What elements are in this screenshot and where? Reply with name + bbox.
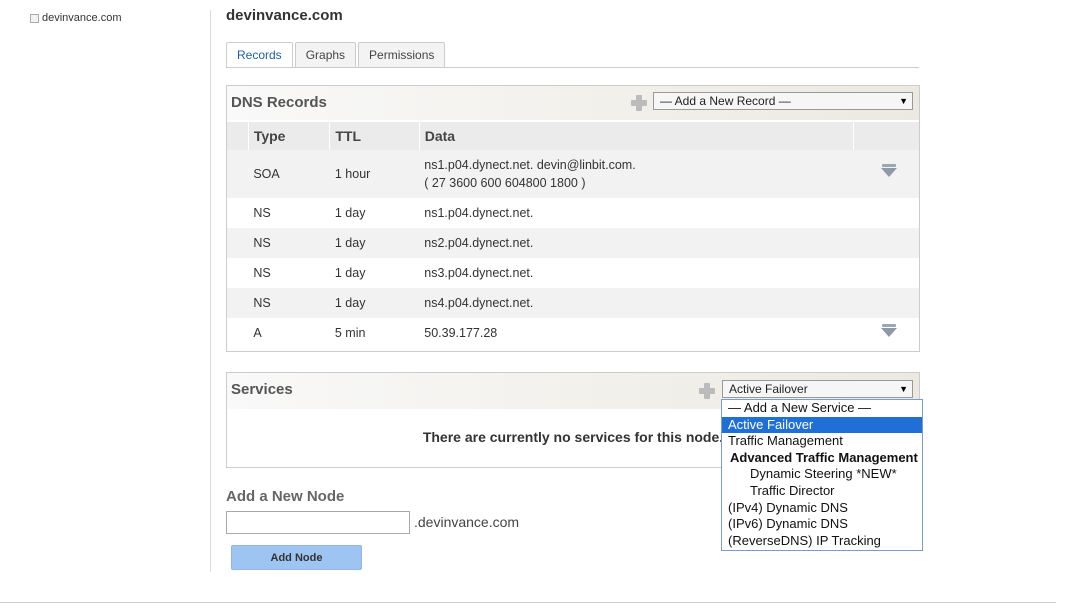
add-node-button[interactable]: Add Node (231, 545, 362, 570)
column-header-select (227, 122, 249, 150)
record-data-line: ns1.p04.dynect.net. devin@linbit.com. (424, 158, 636, 172)
row-select-cell (227, 228, 249, 258)
service-option-selected[interactable]: Active Failover (722, 416, 922, 434)
add-record-select-value: — Add a New Record — (660, 94, 791, 108)
add-record-select[interactable]: — Add a New Record — ▼ (653, 92, 913, 110)
column-header-actions (853, 122, 919, 150)
table-header-row: Type TTL Data (227, 122, 919, 150)
service-options-list[interactable]: — Add a New Service — Active Failover Tr… (721, 399, 923, 551)
record-data: ns2.p04.dynect.net. (419, 228, 854, 258)
record-type: A (253, 326, 262, 340)
record-type: NS (248, 288, 330, 318)
service-option[interactable]: (IPv4) Dynamic DNS (722, 500, 922, 517)
add-service-select[interactable]: Active Failover ▼ (722, 380, 913, 398)
service-option[interactable]: — Add a New Service — (722, 400, 922, 417)
service-option[interactable]: (IPv6) Dynamic DNS (722, 516, 922, 533)
column-header-type[interactable]: Type (248, 122, 331, 150)
tab-bar: Records Graphs Permissions (226, 42, 446, 68)
record-ttl: 1 day (329, 228, 420, 258)
services-title: Services (231, 381, 293, 398)
record-data: ns1.p04.dynect.net. devin@linbit.com. ( … (419, 150, 854, 198)
column-header-data[interactable]: Data (419, 122, 855, 150)
row-actions-cell (854, 318, 919, 348)
column-header-ttl[interactable]: TTL (329, 122, 420, 150)
row-select-cell (227, 150, 249, 198)
tab-permissions[interactable]: Permissions (358, 42, 446, 67)
zone-tree-item[interactable]: devinvance.com (30, 12, 122, 24)
row-actions-cell (854, 258, 919, 288)
record-ttl: 5 min (334, 326, 366, 340)
row-select-cell (227, 288, 249, 318)
expand-record-icon[interactable] (880, 323, 897, 340)
table-row[interactable]: NS 1 day ns2.p04.dynect.net. (227, 228, 919, 258)
record-type: SOA (248, 150, 330, 198)
record-data: ns4.p04.dynect.net. (419, 288, 854, 318)
add-service-select-value: Active Failover (729, 382, 808, 396)
record-data: 50.39.177.28 (424, 326, 498, 340)
table-row[interactable]: NS 1 day ns3.p04.dynect.net. (227, 258, 919, 288)
record-ttl: 1 day (329, 288, 420, 318)
table-row[interactable]: A 5 min 50.39.177.28 (227, 318, 919, 348)
chevron-down-icon: ▼ (899, 384, 908, 394)
record-type: NS (253, 206, 271, 220)
record-ttl: 1 day (334, 266, 366, 280)
table-row[interactable]: NS 1 day ns4.p04.dynect.net. (227, 288, 919, 318)
dns-records-panel: DNS Records — Add a New Record — ▼ Type … (226, 85, 920, 352)
service-option[interactable]: Traffic Management (722, 433, 922, 450)
zone-tree-label: devinvance.com (42, 12, 122, 24)
add-node-title: Add a New Node (226, 488, 345, 505)
tab-graphs[interactable]: Graphs (294, 42, 357, 67)
node-name-input[interactable] (226, 511, 410, 534)
table-row[interactable]: NS 1 day ns1.p04.dynect.net. (227, 198, 919, 228)
row-actions-cell (853, 288, 919, 318)
dns-records-title: DNS Records (231, 94, 327, 111)
expand-record-icon[interactable] (880, 163, 897, 180)
record-data: ns1.p04.dynect.net. (424, 206, 534, 220)
row-actions-cell (853, 150, 919, 198)
row-actions-cell (854, 198, 919, 228)
record-type: NS (253, 266, 271, 280)
service-option[interactable]: (ReverseDNS) IP Tracking (722, 533, 922, 550)
chevron-down-icon: ▼ (899, 96, 908, 106)
service-option[interactable]: Traffic Director (722, 483, 922, 500)
tab-records[interactable]: Records (226, 42, 293, 68)
record-ttl: 1 day (334, 206, 366, 220)
service-option[interactable]: Dynamic Steering *NEW* (722, 466, 922, 483)
footer-divider (0, 602, 1056, 603)
add-record-icon[interactable] (630, 94, 648, 112)
row-select-cell (227, 318, 248, 348)
add-service-icon[interactable] (698, 382, 716, 400)
row-select-cell (227, 198, 248, 228)
record-ttl: 1 hour (329, 150, 420, 198)
domain-suffix: .devinvance.com (414, 514, 520, 530)
record-data: ns3.p04.dynect.net. (424, 266, 534, 280)
record-data-line: ( 27 3600 600 604800 1800 ) (424, 176, 586, 190)
tree-node-icon (30, 14, 39, 23)
row-actions-cell (853, 228, 919, 258)
tab-divider (226, 67, 919, 68)
record-type: NS (248, 228, 330, 258)
service-option-group: Advanced Traffic Management (730, 449, 918, 465)
dns-panel-header: DNS Records — Add a New Record — ▼ (227, 86, 919, 120)
table-row[interactable]: SOA 1 hour ns1.p04.dynect.net. devin@lin… (227, 150, 919, 198)
page-title: devinvance.com (226, 7, 343, 24)
dns-records-table: Type TTL Data SOA 1 hour ns1.p04.dynect.… (227, 122, 919, 348)
row-select-cell (227, 258, 248, 288)
sidebar-divider (210, 10, 211, 572)
